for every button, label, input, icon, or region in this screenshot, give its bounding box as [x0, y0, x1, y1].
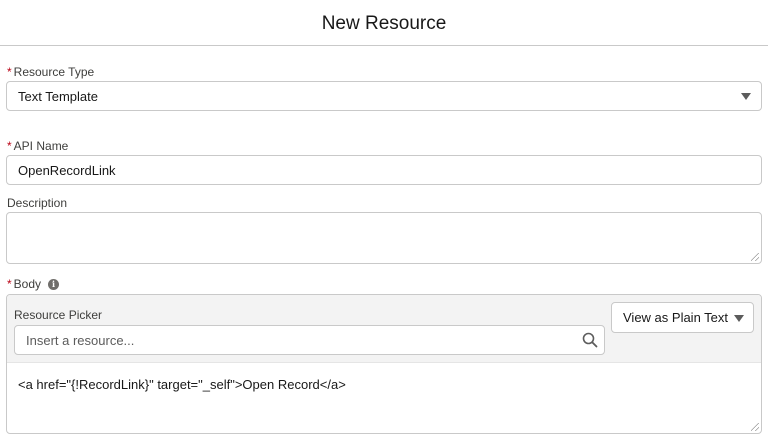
description-label: Description [7, 196, 67, 210]
body-toolbar: Resource Picker Insert a resource... Vie… [7, 295, 761, 363]
api-name-input[interactable]: OpenRecordLink [6, 155, 762, 185]
search-icon[interactable] [582, 332, 598, 348]
resource-type-label: * Resource Type [7, 65, 94, 79]
chevron-down-icon [741, 93, 751, 100]
required-marker: * [7, 277, 12, 291]
resize-handle-icon[interactable] [751, 253, 759, 261]
description-textarea[interactable] [6, 212, 762, 264]
resource-type-label-text: Resource Type [13, 65, 95, 79]
description-label-text: Description [7, 196, 68, 210]
view-mode-select[interactable]: View as Plain Text [611, 302, 754, 333]
resource-picker-input[interactable]: Insert a resource... [14, 325, 605, 355]
resource-type-select[interactable]: Text Template [6, 81, 762, 111]
chevron-down-icon [734, 315, 744, 322]
required-marker: * [7, 139, 12, 153]
body-label: * Body i [7, 277, 60, 291]
resource-type-value: Text Template [18, 88, 98, 104]
resource-picker-label: Resource Picker [14, 308, 103, 322]
api-name-label: * API Name [7, 139, 68, 153]
view-mode-value: View as Plain Text [623, 310, 729, 325]
api-name-label-text: API Name [13, 139, 69, 153]
body-label-text: Body [13, 277, 42, 291]
info-icon[interactable]: i [48, 278, 60, 290]
body-content[interactable]: <a href="{!RecordLink}" target="_self">O… [18, 377, 346, 392]
page-title: New Resource [321, 12, 447, 34]
resize-handle-icon[interactable] [751, 423, 759, 431]
api-name-value: OpenRecordLink [18, 162, 116, 178]
required-marker: * [7, 65, 12, 79]
body-editor: Resource Picker Insert a resource... Vie… [6, 294, 762, 434]
modal-header: New Resource [0, 0, 768, 46]
resource-picker-placeholder: Insert a resource... [26, 332, 135, 348]
